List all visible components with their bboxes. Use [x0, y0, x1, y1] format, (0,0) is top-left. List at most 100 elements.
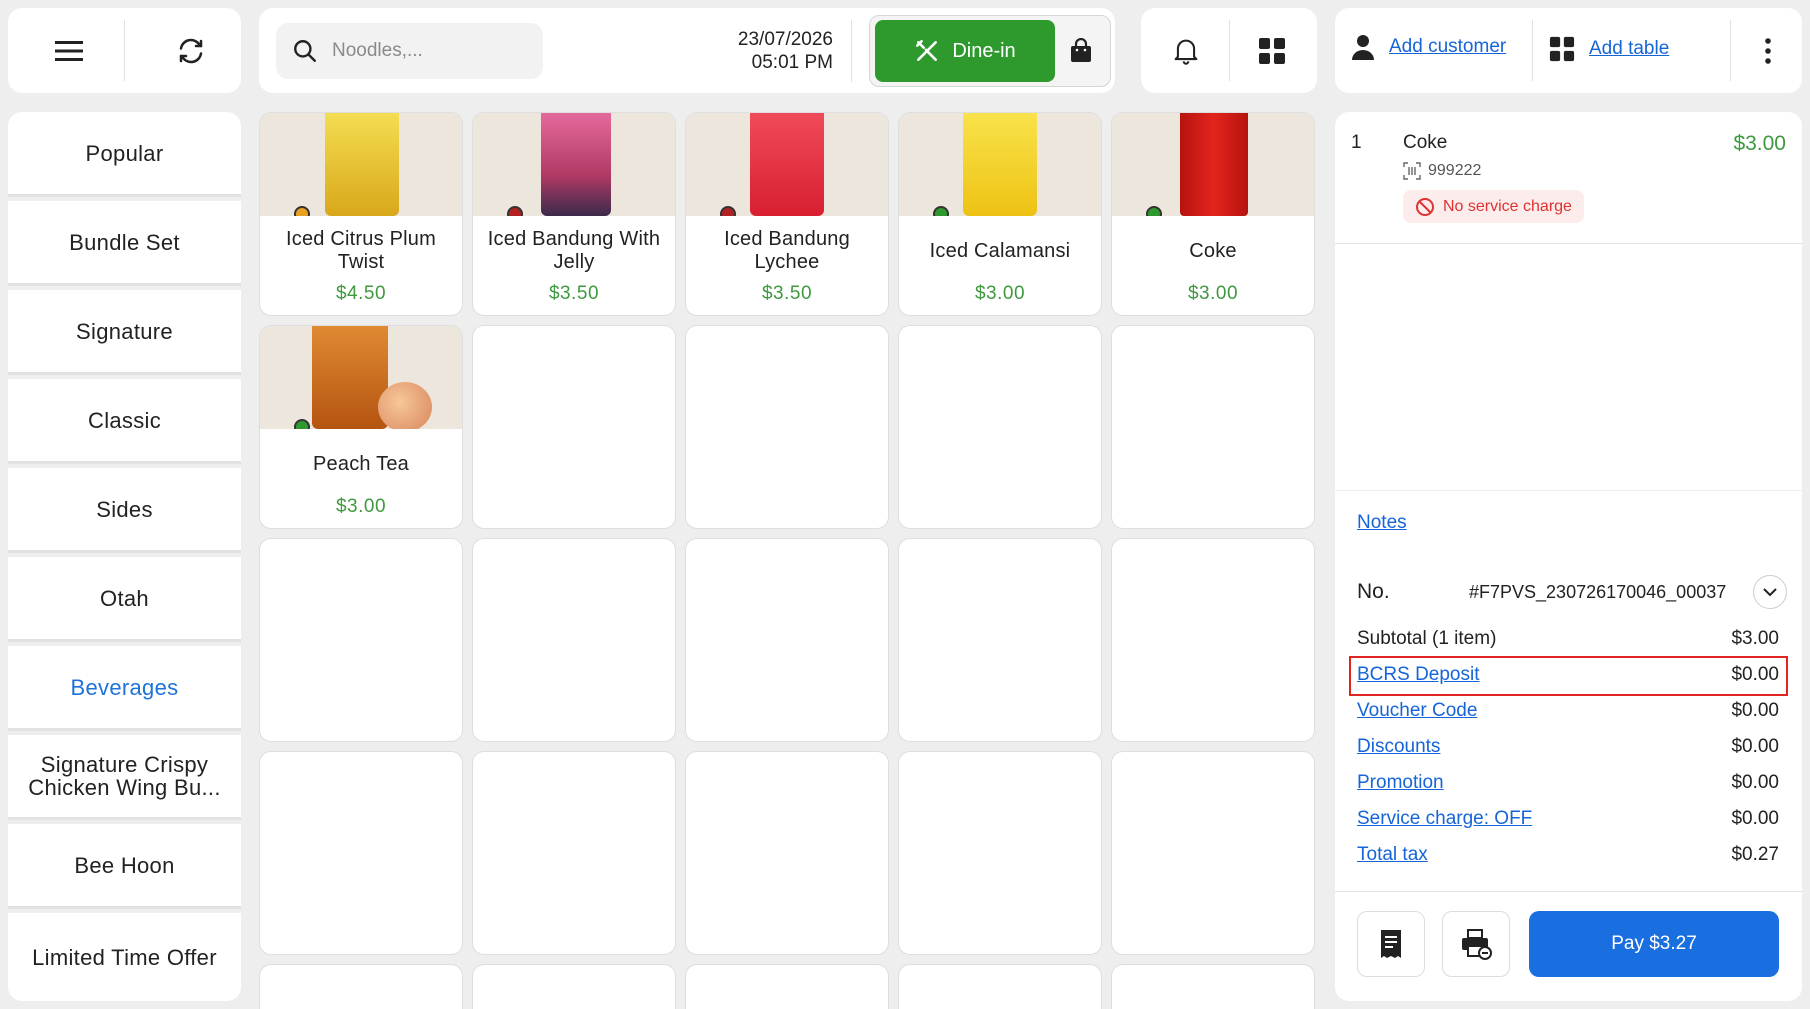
- empty-tile: [898, 751, 1102, 955]
- service-charge-value: $0.00: [1731, 808, 1779, 829]
- search-icon: [294, 40, 316, 62]
- order-number-row: No. #F7PVS_230726170046_00037: [1357, 575, 1787, 609]
- hamburger-menu-button[interactable]: [38, 30, 100, 72]
- empty-tile: [472, 325, 676, 529]
- product-tile[interactable]: Iced Bandung With Jelly $3.50: [472, 112, 676, 316]
- total-tax-link[interactable]: Total tax: [1357, 844, 1428, 866]
- product-image: [260, 113, 462, 216]
- product-tile[interactable]: Peach Tea $3.00: [259, 325, 463, 529]
- notifications-button[interactable]: [1161, 28, 1211, 74]
- empty-tile: [898, 325, 1102, 529]
- veg-indicator: [1146, 206, 1162, 216]
- cart-item-name: Coke: [1403, 132, 1448, 153]
- shopping-bag-icon: [1071, 38, 1091, 62]
- printer-icon: [1462, 929, 1492, 960]
- empty-tile: [472, 751, 676, 955]
- cart-item[interactable]: 1 Coke $3.00 999222 No service charge: [1335, 112, 1802, 244]
- product-price: $3.00: [974, 283, 1026, 304]
- voucher-code-link[interactable]: Voucher Code: [1357, 700, 1477, 722]
- sku-text: 999222: [1428, 162, 1482, 179]
- product-tile[interactable]: Iced Calamansi $3.00: [898, 112, 1102, 316]
- empty-tile: [259, 964, 463, 1009]
- veg-indicator: [294, 419, 310, 429]
- empty-tile: [472, 964, 676, 1009]
- category-bee-hoon[interactable]: Bee Hoon: [8, 824, 241, 909]
- notes-link[interactable]: Notes: [1357, 512, 1407, 534]
- add-table-button[interactable]: Add table: [1549, 36, 1669, 62]
- empty-tile: [1111, 325, 1315, 529]
- subtotal-value: $3.00: [1731, 628, 1779, 649]
- order-number-expand-button[interactable]: [1753, 575, 1787, 609]
- nonveg-indicator: [720, 206, 736, 216]
- total-tax-row: Total tax $0.27: [1357, 840, 1779, 870]
- empty-tile: [685, 751, 889, 955]
- add-customer-link[interactable]: Add customer: [1389, 36, 1506, 58]
- pay-button[interactable]: Pay $3.27: [1529, 911, 1779, 977]
- empty-tile: [898, 964, 1102, 1009]
- datetime: 23/07/2026 05:01 PM: [700, 28, 833, 76]
- product-tile[interactable]: Coke $3.00: [1111, 112, 1315, 316]
- empty-tile: [472, 538, 676, 742]
- add-table-link[interactable]: Add table: [1589, 38, 1669, 60]
- product-tile[interactable]: Iced Bandung Lychee $3.50: [685, 112, 889, 316]
- category-signature-crispy-chicken-wing[interactable]: Signature Crispy Chicken Wing Bu...: [8, 735, 241, 820]
- drink-glass-shape: [325, 113, 399, 216]
- cart-item-qty: 1: [1351, 132, 1362, 153]
- kitchen-print-button[interactable]: [1442, 911, 1510, 977]
- coke-can-shape: [1180, 113, 1248, 216]
- date-text: 23/07/2026: [737, 29, 833, 50]
- veg-indicator: [933, 206, 949, 216]
- drink-glass-shape: [541, 113, 611, 216]
- subtotal-label: Subtotal (1 item): [1357, 628, 1497, 649]
- category-otah[interactable]: Otah: [8, 557, 241, 642]
- more-options-button[interactable]: [1751, 30, 1785, 72]
- utensils-icon: [916, 39, 938, 61]
- search-box[interactable]: [276, 23, 543, 79]
- add-customer-button[interactable]: Add customer: [1351, 33, 1506, 61]
- menu-icon: [55, 41, 83, 61]
- refresh-button[interactable]: [160, 30, 222, 72]
- receipt-button[interactable]: [1357, 911, 1425, 977]
- product-price: $4.50: [335, 283, 387, 304]
- discounts-link[interactable]: Discounts: [1357, 736, 1440, 758]
- product-name: Iced Bandung Lychee: [724, 228, 850, 273]
- product-tile[interactable]: Iced Citrus Plum Twist $4.50: [259, 112, 463, 316]
- empty-tile: [685, 325, 889, 529]
- dine-in-label: Dine-in: [952, 39, 1016, 62]
- category-limited-time-offer[interactable]: Limited Time Offer: [8, 913, 241, 1001]
- product-price: $3.00: [335, 496, 387, 517]
- pay-button-label: Pay $3.27: [1611, 933, 1697, 954]
- category-bundle-set[interactable]: Bundle Set: [8, 201, 241, 286]
- chevron-down-icon: [1763, 588, 1777, 597]
- category-sides[interactable]: Sides: [8, 468, 241, 553]
- category-signature[interactable]: Signature: [8, 290, 241, 375]
- product-image: [260, 326, 462, 429]
- category-classic[interactable]: Classic: [8, 379, 241, 464]
- drink-glass-shape: [963, 113, 1037, 216]
- table-grid-icon: [1549, 36, 1575, 62]
- discounts-row: Discounts $0.00: [1357, 732, 1779, 762]
- bcrs-deposit-link[interactable]: BCRS Deposit: [1357, 664, 1480, 686]
- product-name: Iced Citrus Plum Twist: [286, 228, 436, 273]
- service-charge-link[interactable]: Service charge: OFF: [1357, 808, 1532, 830]
- discounts-value: $0.00: [1731, 736, 1779, 757]
- takeaway-button[interactable]: [1058, 20, 1104, 82]
- product-price: $3.50: [548, 283, 600, 304]
- veg-indicator: [294, 206, 310, 216]
- product-price: $3.00: [1187, 283, 1239, 304]
- product-image: [1112, 113, 1314, 216]
- refresh-icon: [179, 38, 203, 64]
- empty-tile: [1111, 964, 1315, 1009]
- top-left-toolbar: [8, 8, 241, 93]
- product-name: Coke: [1189, 239, 1237, 262]
- promotion-link[interactable]: Promotion: [1357, 772, 1444, 794]
- apps-button[interactable]: [1247, 28, 1297, 74]
- voucher-code-row: Voucher Code $0.00: [1357, 696, 1779, 726]
- category-beverages[interactable]: Beverages: [8, 646, 241, 731]
- category-popular[interactable]: Popular: [8, 112, 241, 197]
- search-input[interactable]: [332, 40, 532, 62]
- customer-table-bar: Add customer Add table: [1335, 8, 1802, 93]
- empty-tile: [685, 964, 889, 1009]
- dine-in-button[interactable]: Dine-in: [875, 20, 1055, 82]
- bcrs-deposit-value: $0.00: [1731, 664, 1779, 685]
